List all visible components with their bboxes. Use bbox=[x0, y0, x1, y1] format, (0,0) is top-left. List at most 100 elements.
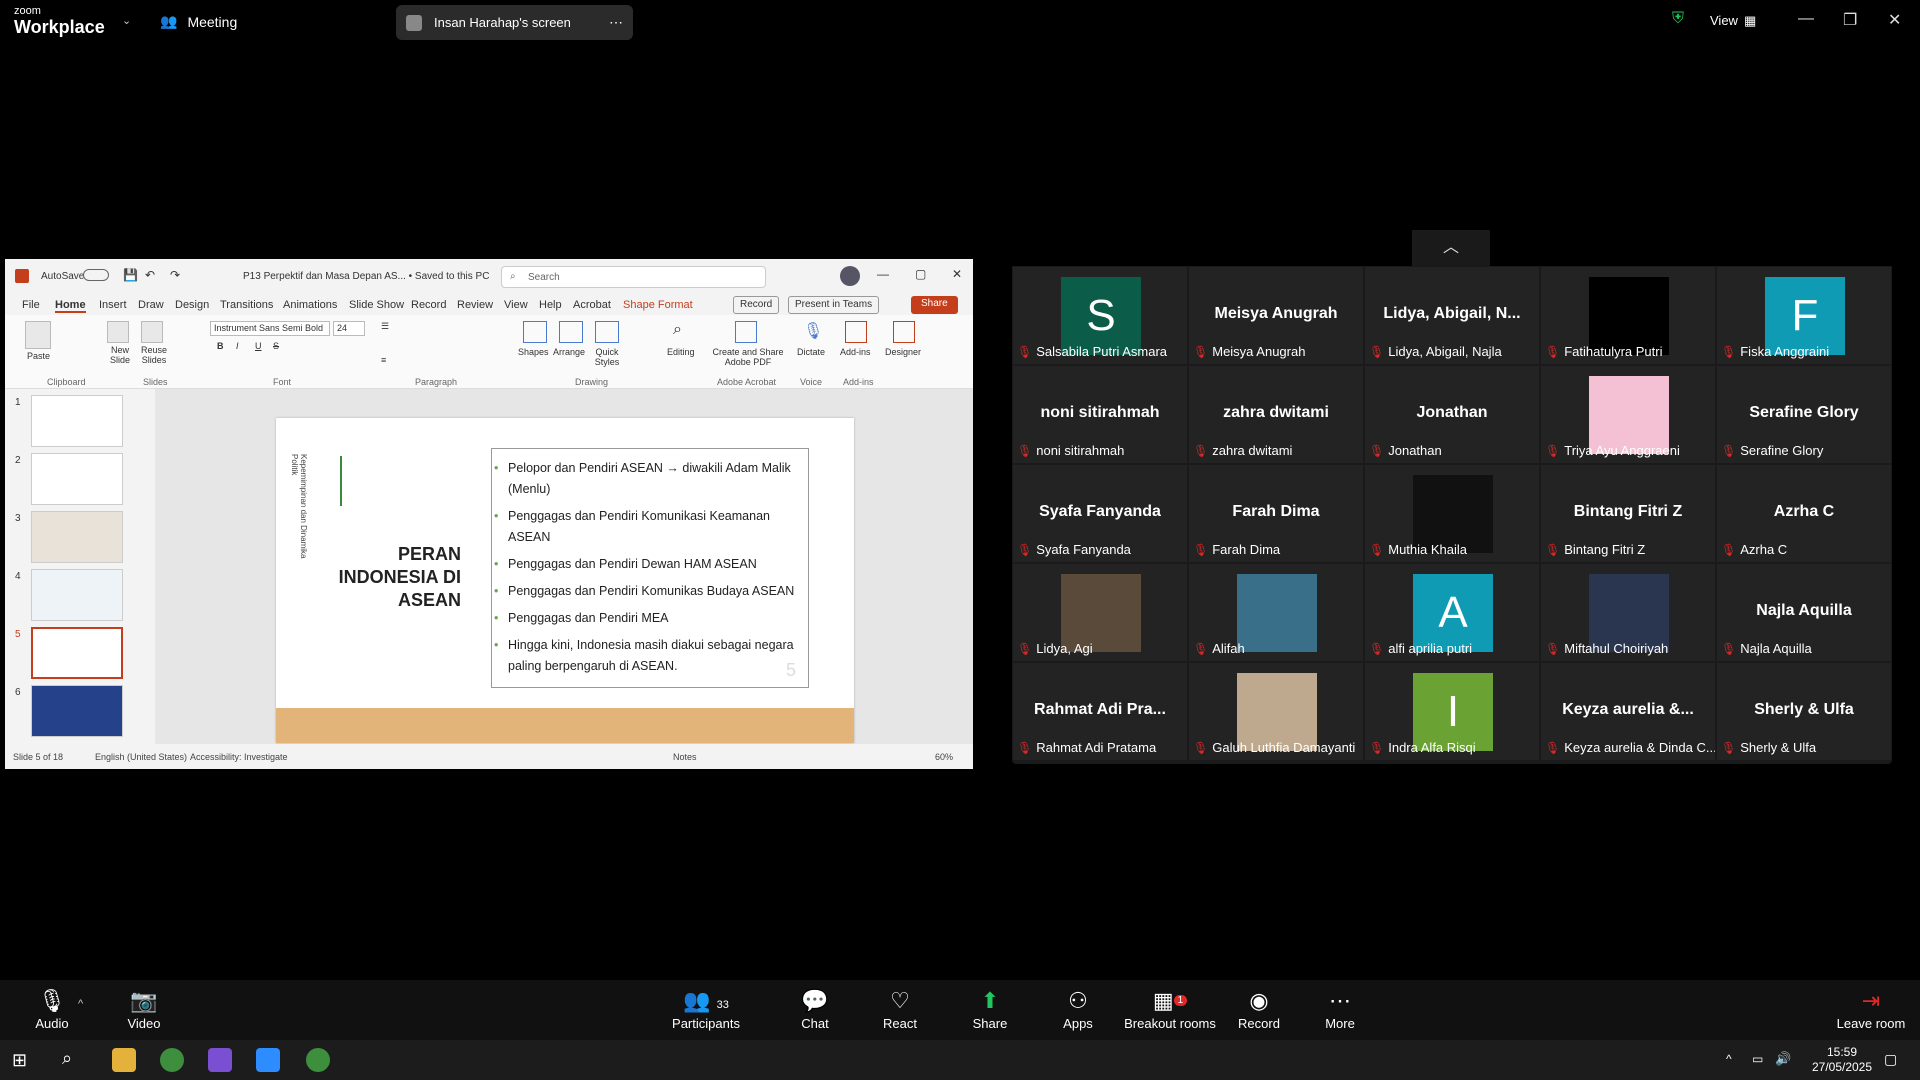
tab-shape-format[interactable]: Shape Format bbox=[623, 299, 693, 311]
participants-button[interactable]: 👥 33 Participants bbox=[661, 988, 751, 1031]
tab-design[interactable]: Design bbox=[175, 299, 209, 311]
notifications-icon[interactable]: ▢ bbox=[1884, 1051, 1897, 1068]
find-icon[interactable]: ⌕ bbox=[673, 321, 682, 339]
designer-icon[interactable] bbox=[893, 321, 915, 343]
minimize-icon[interactable]: — bbox=[1798, 10, 1814, 28]
share-button[interactable]: ⬆ Share bbox=[945, 988, 1035, 1031]
slide-thumbnail-pane[interactable]: 1 2 3 4 5 6 bbox=[5, 389, 155, 744]
tray-chevron-icon[interactable]: ^ bbox=[1726, 1052, 1732, 1066]
ppt-share-button[interactable]: Share bbox=[911, 296, 958, 314]
participant-tile[interactable]: 🎙 Lidya, Agi bbox=[1012, 563, 1188, 662]
slide-thumbnail-6[interactable] bbox=[31, 685, 123, 737]
record-button[interactable]: Record bbox=[733, 296, 780, 314]
shapes-icon[interactable] bbox=[523, 321, 547, 343]
save-icon[interactable]: 💾 bbox=[123, 268, 138, 282]
windows-start-icon[interactable]: ⊞ bbox=[12, 1050, 27, 1071]
participant-tile[interactable]: Syafa Fanyanda 🎙 Syafa Fanyanda bbox=[1012, 464, 1188, 563]
participant-tile[interactable]: I 🎙 Indra Alfa Risqi bbox=[1364, 662, 1540, 761]
search-input[interactable]: ⌕ Search bbox=[501, 266, 766, 288]
file-explorer-icon[interactable] bbox=[112, 1048, 136, 1072]
view-button[interactable]: View ▦ bbox=[1710, 13, 1756, 29]
reuse-slides-icon[interactable] bbox=[141, 321, 163, 343]
participant-tile[interactable]: F 🎙 Fiska Anggraini bbox=[1716, 266, 1892, 365]
ppt-close-icon[interactable]: ✕ bbox=[952, 267, 962, 281]
strikethrough-icon[interactable]: S bbox=[273, 341, 279, 351]
tab-slideshow[interactable]: Slide Show bbox=[349, 299, 404, 311]
undo-icon[interactable]: ↶ bbox=[145, 268, 155, 282]
accessibility-label[interactable]: Accessibility: Investigate bbox=[190, 752, 288, 762]
tab-draw[interactable]: Draw bbox=[138, 299, 164, 311]
screen-share-indicator[interactable]: Insan Harahap's screen ⋯ bbox=[396, 5, 633, 40]
participant-tile[interactable]: zahra dwitami 🎙 zahra dwitami bbox=[1188, 365, 1364, 464]
slide-thumbnail-4[interactable] bbox=[31, 569, 123, 621]
participant-tile[interactable]: Serafine Glory 🎙 Serafine Glory bbox=[1716, 365, 1892, 464]
audio-button[interactable]: 🎙 Audio bbox=[7, 988, 97, 1031]
participant-tile[interactable]: 🎙 Alifah bbox=[1188, 563, 1364, 662]
autosave-toggle[interactable] bbox=[83, 269, 109, 281]
participant-tile[interactable]: S 🎙 Salsabila Putri Asmara bbox=[1012, 266, 1188, 365]
participant-tile[interactable]: 🎙 Miftahul Choiriyah bbox=[1540, 563, 1716, 662]
shield-icon[interactable]: ⛨ bbox=[1672, 10, 1684, 28]
microphone-icon[interactable]: 🎙 bbox=[803, 321, 823, 341]
slide-thumbnail-2[interactable] bbox=[31, 453, 123, 505]
participant-tile[interactable]: noni sitirahmah 🎙 noni sitirahmah bbox=[1012, 365, 1188, 464]
react-button[interactable]: ♡ React bbox=[855, 988, 945, 1031]
italic-icon[interactable]: I bbox=[236, 341, 239, 351]
chevron-down-icon[interactable]: ⌄ bbox=[122, 14, 131, 27]
participant-tile[interactable]: Jonathan 🎙 Jonathan bbox=[1364, 365, 1540, 464]
video-button[interactable]: 📷 Video bbox=[99, 988, 189, 1031]
chrome-profile-icon[interactable] bbox=[306, 1048, 330, 1072]
m365-icon[interactable] bbox=[208, 1048, 232, 1072]
underline-icon[interactable]: U bbox=[255, 341, 262, 351]
maximize-icon[interactable]: ❐ bbox=[1843, 10, 1857, 30]
file-title[interactable]: P13 Perpektif dan Masa Depan AS... • Sav… bbox=[243, 271, 489, 282]
ppt-minimize-icon[interactable]: — bbox=[877, 267, 889, 281]
font-size-select[interactable]: 24 bbox=[333, 321, 365, 336]
more-button[interactable]: ⋯ More bbox=[1295, 988, 1385, 1031]
clock[interactable]: 15:59 27/05/2025 bbox=[1802, 1045, 1882, 1075]
bold-icon[interactable]: B bbox=[217, 341, 224, 351]
slide-thumbnail-3[interactable] bbox=[31, 511, 123, 563]
participant-tile[interactable]: 🎙 Triya Ayu Anggraeni bbox=[1540, 365, 1716, 464]
audio-options-chevron-icon[interactable]: ^ bbox=[78, 998, 83, 1010]
tab-animations[interactable]: Animations bbox=[283, 299, 337, 311]
tab-help[interactable]: Help bbox=[539, 299, 562, 311]
zoom-level[interactable]: 60% bbox=[935, 752, 953, 762]
collapse-gallery-icon[interactable]: ︿ bbox=[1412, 230, 1490, 266]
font-name-select[interactable]: Instrument Sans Semi Bold bbox=[210, 321, 330, 336]
tab-view[interactable]: View bbox=[504, 299, 528, 311]
language-label[interactable]: English (United States) bbox=[95, 752, 187, 762]
participant-tile[interactable]: Farah Dima 🎙 Farah Dima bbox=[1188, 464, 1364, 563]
participant-tile[interactable]: Azrha C 🎙 Azrha C bbox=[1716, 464, 1892, 563]
meeting-menu[interactable]: 👥 Meeting bbox=[160, 13, 237, 30]
tab-review[interactable]: Review bbox=[457, 299, 493, 311]
new-slide-icon[interactable] bbox=[107, 321, 129, 343]
tab-transitions[interactable]: Transitions bbox=[220, 299, 273, 311]
participant-tile[interactable]: Rahmat Adi Pra... 🎙 Rahmat Adi Pratama bbox=[1012, 662, 1188, 761]
redo-icon[interactable]: ↷ bbox=[170, 268, 180, 282]
adobe-pdf-icon[interactable] bbox=[735, 321, 757, 343]
participant-tile[interactable]: 🎙 Fatihatulyra Putri bbox=[1540, 266, 1716, 365]
participant-tile[interactable]: A 🎙 alfi aprilia putri bbox=[1364, 563, 1540, 662]
participant-tile[interactable]: Sherly & Ulfa 🎙 Sherly & Ulfa bbox=[1716, 662, 1892, 761]
chrome-icon[interactable] bbox=[160, 1048, 184, 1072]
more-options-icon[interactable]: ⋯ bbox=[609, 14, 623, 31]
tab-record[interactable]: Record bbox=[411, 299, 446, 311]
participant-tile[interactable]: 🎙 Muthia Khaila bbox=[1364, 464, 1540, 563]
bullets-icon[interactable]: ☰ bbox=[381, 321, 389, 332]
chat-button[interactable]: 💬 Chat bbox=[770, 988, 860, 1031]
shared-screen[interactable]: AutoSave 💾 ↶ ↷ P13 Perpektif dan Masa De… bbox=[5, 259, 973, 769]
align-left-icon[interactable]: ≡ bbox=[381, 355, 386, 365]
participant-tile[interactable]: Lidya, Abigail, N... 🎙 Lidya, Abigail, Naj… bbox=[1364, 266, 1540, 365]
slide-title[interactable]: PERAN INDONESIA DI ASEAN bbox=[326, 543, 461, 612]
quick-styles-icon[interactable] bbox=[595, 321, 619, 343]
participant-tile[interactable]: Najla Aquilla 🎙 Najla Aquilla bbox=[1716, 563, 1892, 662]
participant-tile[interactable]: Bintang Fitri Z 🎙 Bintang Fitri Z bbox=[1540, 464, 1716, 563]
search-icon[interactable]: ⌕ bbox=[62, 1048, 72, 1069]
paste-icon[interactable] bbox=[25, 321, 51, 349]
apps-button[interactable]: ⚇ Apps bbox=[1033, 988, 1123, 1031]
network-icon[interactable]: ▭ bbox=[1752, 1052, 1763, 1066]
participant-tile[interactable]: Meisya Anugrah 🎙 Meisya Anugrah bbox=[1188, 266, 1364, 365]
slide-thumbnail-1[interactable] bbox=[31, 395, 123, 447]
tab-file[interactable]: File bbox=[22, 299, 40, 311]
